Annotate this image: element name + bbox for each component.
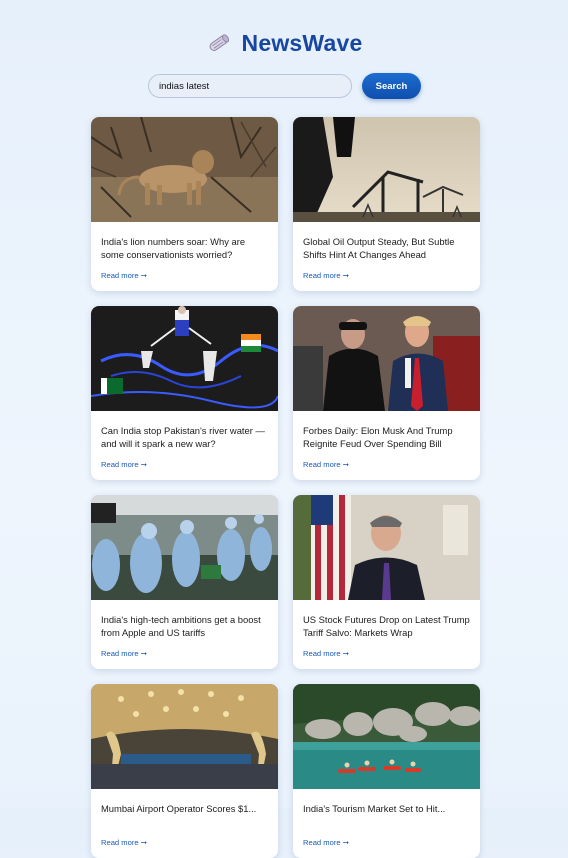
- read-more-link[interactable]: Read more ➞: [303, 838, 470, 847]
- article-card[interactable]: Global Oil Output Steady, But Subtle Shi…: [293, 117, 480, 291]
- article-thumbnail-factory: [91, 495, 278, 600]
- article-card[interactable]: US Stock Futures Drop on Latest Trump Ta…: [293, 495, 480, 669]
- app-header: NewsWave: [0, 27, 568, 59]
- article-title: Mumbai Airport Operator Scores $1...: [101, 803, 257, 814]
- article-card[interactable]: Forbes Daily: Elon Musk And Trump Reigni…: [293, 306, 480, 480]
- article-title: India's Tourism Market Set to Hit...: [303, 803, 446, 814]
- article-title: India's lion numbers soar: Why are some …: [101, 236, 246, 260]
- search-bar: Search: [148, 73, 423, 99]
- search-button[interactable]: Search: [362, 73, 421, 99]
- read-more-link[interactable]: Read more ➞: [101, 271, 268, 280]
- article-title: Can India stop Pakistan's river water — …: [101, 425, 265, 449]
- article-thumbnail-oil: [293, 117, 480, 222]
- read-more-link[interactable]: Read more ➞: [303, 649, 470, 658]
- search-input[interactable]: [148, 74, 352, 98]
- article-thumbnail-river: [91, 306, 278, 411]
- article-title: Forbes Daily: Elon Musk And Trump Reigni…: [303, 425, 453, 449]
- article-title: US Stock Futures Drop on Latest Trump Ta…: [303, 614, 470, 638]
- article-card[interactable]: India's Tourism Market Set to Hit... Rea…: [293, 684, 480, 858]
- newspaper-icon: [206, 30, 232, 56]
- article-card[interactable]: India's lion numbers soar: Why are some …: [91, 117, 278, 291]
- read-more-link[interactable]: Read more ➞: [101, 649, 268, 658]
- read-more-link[interactable]: Read more ➞: [303, 460, 470, 469]
- read-more-link[interactable]: Read more ➞: [101, 460, 268, 469]
- article-thumbnail-river-kayaking: [293, 684, 480, 789]
- article-card[interactable]: India's high-tech ambitions get a boost …: [91, 495, 278, 669]
- article-title: Global Oil Output Steady, But Subtle Shi…: [303, 236, 455, 260]
- article-thumbnail-musk-trump: [293, 306, 480, 411]
- article-card[interactable]: Can India stop Pakistan's river water — …: [91, 306, 278, 480]
- article-thumbnail-airport: [91, 684, 278, 789]
- read-more-link[interactable]: Read more ➞: [101, 838, 268, 847]
- article-thumbnail-lion: [91, 117, 278, 222]
- article-card[interactable]: Mumbai Airport Operator Scores $1... Rea…: [91, 684, 278, 858]
- article-grid: India's lion numbers soar: Why are some …: [91, 117, 480, 858]
- brand-title: NewsWave: [241, 29, 363, 56]
- article-title: India's high-tech ambitions get a boost …: [101, 614, 261, 638]
- read-more-link[interactable]: Read more ➞: [303, 271, 470, 280]
- article-thumbnail-press-briefing: [293, 495, 480, 600]
